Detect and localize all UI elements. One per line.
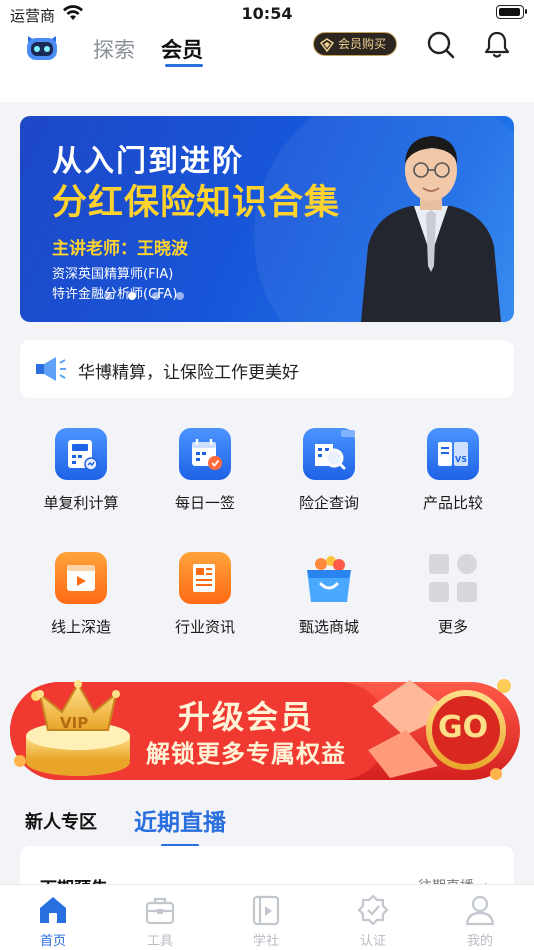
bell-icon[interactable]	[482, 30, 512, 60]
book-play-icon	[249, 893, 283, 927]
banner-teacher: 主讲老师：王晓波	[52, 239, 188, 259]
tab-academy[interactable]: 学社	[236, 893, 296, 949]
grid-item-daily-sign[interactable]: 每日一签	[150, 428, 260, 513]
company-search-icon	[303, 428, 355, 480]
video-play-icon	[55, 552, 107, 604]
grid-label: 更多	[437, 618, 468, 636]
news-icon	[179, 552, 231, 604]
status-bar: 运营商 10:54	[0, 0, 534, 28]
section-tabs: 新人专区 近期直播	[0, 800, 534, 850]
grid-item-company-query[interactable]: 险企查询	[274, 428, 384, 513]
vip-subtitle: 解锁更多专属权益	[146, 740, 346, 768]
grid-item-product-compare[interactable]: VS 产品比较	[398, 428, 508, 513]
battery-icon	[496, 5, 527, 19]
certificate-badge-icon	[356, 893, 390, 927]
toolbox-icon	[143, 893, 177, 927]
tab-label: 工具	[146, 934, 173, 949]
tab-home[interactable]: 首页	[23, 893, 83, 949]
gem-icon	[319, 37, 335, 59]
tab-certification[interactable]: 认证	[343, 893, 403, 949]
carousel-indicator[interactable]	[104, 292, 184, 300]
grid-label: 险企查询	[298, 494, 359, 512]
member-purchase-label: 会员购买	[338, 37, 387, 51]
home-icon	[36, 893, 70, 927]
tab-label: 认证	[359, 934, 386, 949]
tab-recent-live[interactable]: 近期直播	[134, 803, 226, 837]
teacher-photo	[356, 126, 506, 322]
tab-tools[interactable]: 工具	[130, 893, 190, 949]
course-banner[interactable]: 从入门到进阶 分红保险知识合集 主讲老师：王晓波 资深英国精算师(FIA) 特许…	[20, 116, 514, 322]
bottom-tab-bar: 首页 工具 学社 认证 我的	[0, 884, 534, 950]
tab-label: 首页	[39, 934, 66, 949]
member-purchase-button[interactable]: 会员购买	[313, 32, 397, 56]
robot-logo-icon[interactable]	[24, 32, 60, 62]
banner-credential-1: 资深英国精算师(FIA)	[52, 267, 174, 282]
vip-go-button[interactable]: GO	[438, 710, 488, 745]
search-icon[interactable]	[426, 30, 456, 60]
svg-text:VS: VS	[455, 455, 467, 464]
more-grid-icon	[427, 552, 479, 604]
tab-label: 学社	[252, 934, 279, 949]
grid-label: 单复利计算	[43, 494, 119, 512]
calculator-icon	[55, 428, 107, 480]
vip-title: 升级会员	[178, 698, 315, 736]
notice-bar[interactable]: 华博精算，让保险工作更美好	[20, 340, 514, 398]
grid-label: 行业资讯	[174, 618, 235, 636]
grid-item-mall[interactable]: 甄选商城	[274, 552, 384, 637]
banner-title-line2: 分红保险知识合集	[52, 183, 341, 223]
megaphone-icon	[32, 354, 68, 388]
shopping-bag-icon	[303, 552, 355, 604]
grid-item-compound-interest[interactable]: 单复利计算	[26, 428, 136, 513]
grid-label: 每日一签	[174, 494, 235, 512]
grid-label: 甄选商城	[298, 618, 359, 636]
active-tab-indicator	[165, 64, 203, 67]
grid-label: 产品比较	[422, 494, 483, 512]
tab-label: 我的	[466, 934, 493, 949]
vip-upgrade-banner[interactable]: VIP 升级会员 解锁更多专属权益 GO	[0, 666, 534, 790]
calendar-check-icon	[179, 428, 231, 480]
notice-text: 华博精算，让保险工作更美好	[78, 363, 299, 383]
carousel-dot[interactable]	[152, 292, 160, 300]
grid-item-more[interactable]: 更多	[398, 552, 508, 637]
compare-icon: VS	[427, 428, 479, 480]
grid-label: 线上深造	[50, 618, 111, 636]
tab-member[interactable]: 会员	[161, 34, 203, 64]
user-icon	[463, 893, 497, 927]
carousel-dot[interactable]	[128, 292, 136, 300]
grid-item-industry-news[interactable]: 行业资讯	[150, 552, 260, 637]
grid-item-online-study[interactable]: 线上深造	[26, 552, 136, 637]
tab-newcomer-zone[interactable]: 新人专区	[25, 808, 97, 834]
tab-explore[interactable]: 探索	[93, 34, 135, 64]
top-nav: 探索 会员 会员购买	[0, 28, 534, 102]
carousel-dot[interactable]	[104, 292, 112, 300]
vip-tag: VIP	[60, 714, 89, 732]
tab-profile[interactable]: 我的	[450, 893, 510, 949]
carousel-dot[interactable]	[176, 292, 184, 300]
clock: 10:54	[241, 4, 293, 23]
